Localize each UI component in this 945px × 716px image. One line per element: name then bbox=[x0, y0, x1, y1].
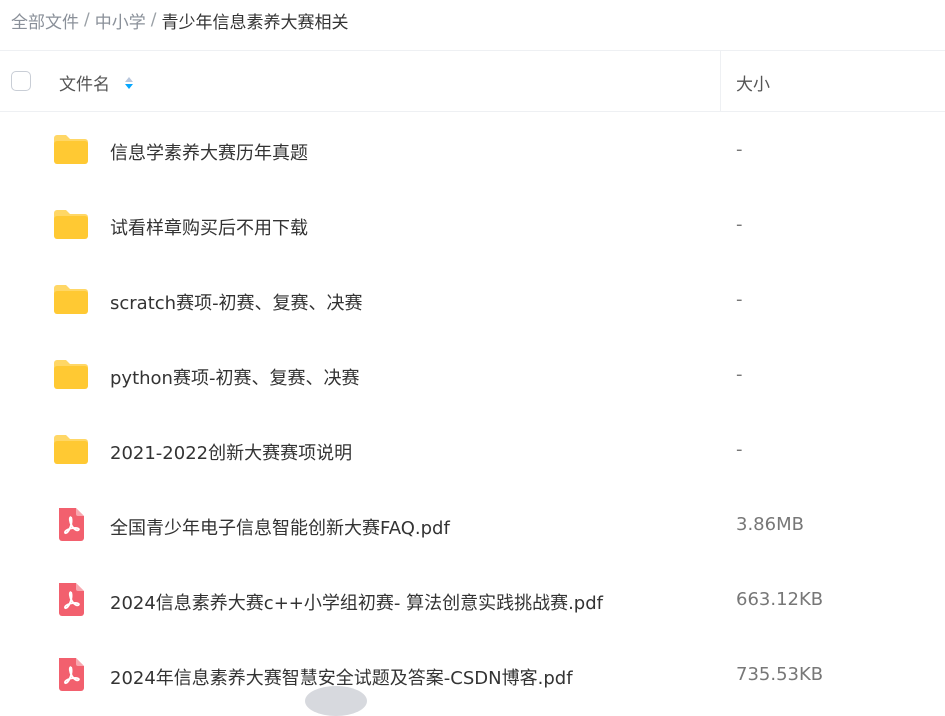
file-name[interactable]: 2021-2022创新大赛赛项说明 bbox=[110, 439, 352, 465]
file-size: - bbox=[736, 289, 743, 310]
file-name[interactable]: 试看样章购买后不用下载 bbox=[110, 214, 308, 240]
pdf-icon bbox=[52, 507, 90, 541]
breadcrumb-separator: / bbox=[150, 10, 157, 30]
breadcrumb-item-all-files[interactable]: 全部文件 bbox=[11, 8, 79, 33]
column-divider[interactable] bbox=[720, 51, 721, 112]
table-header: 文件名 大小 bbox=[0, 50, 945, 112]
folder-icon bbox=[52, 207, 90, 241]
file-row[interactable]: 信息学素养大赛历年真题 - bbox=[0, 112, 945, 187]
file-list: 信息学素养大赛历年真题 - 试看样章购买后不用下载 - scratch赛项-初赛、复… bbox=[0, 112, 945, 712]
breadcrumb-item-primary-secondary[interactable]: 中小学 bbox=[95, 8, 146, 33]
breadcrumb-current: 青少年信息素养大赛相关 bbox=[161, 12, 349, 33]
breadcrumb-separator: / bbox=[84, 10, 90, 30]
file-size: 735.53KB bbox=[736, 664, 824, 685]
floating-button[interactable] bbox=[305, 686, 367, 716]
file-row[interactable]: 2024信息素养大赛c++小学组初赛- 算法创意实践挑战赛.pdf 663.12K… bbox=[0, 562, 945, 637]
file-row[interactable]: 试看样章购买后不用下载 - bbox=[0, 187, 945, 262]
file-name[interactable]: python赛项-初赛、复赛、决赛 bbox=[110, 364, 359, 390]
pdf-icon bbox=[52, 657, 90, 691]
file-size: - bbox=[736, 139, 743, 160]
file-row[interactable]: 2021-2022创新大赛赛项说明 - bbox=[0, 412, 945, 487]
file-name[interactable]: 全国青少年电子信息智能创新大赛FAQ.pdf bbox=[110, 514, 450, 540]
folder-icon bbox=[52, 282, 90, 316]
folder-icon bbox=[52, 357, 90, 391]
file-size: - bbox=[736, 439, 743, 460]
select-all-checkbox[interactable] bbox=[11, 71, 31, 91]
file-size: 3.86MB bbox=[736, 514, 804, 535]
pdf-icon bbox=[52, 582, 90, 616]
breadcrumb: 全部文件 / 中小学 / 青少年信息素养大赛相关 bbox=[11, 8, 349, 33]
file-row[interactable]: python赛项-初赛、复赛、决赛 - bbox=[0, 337, 945, 412]
column-header-name-label: 文件名 bbox=[59, 75, 110, 95]
file-name[interactable]: 信息学素养大赛历年真题 bbox=[110, 139, 308, 165]
file-row[interactable]: 全国青少年电子信息智能创新大赛FAQ.pdf 3.86MB bbox=[0, 487, 945, 562]
file-size: - bbox=[736, 214, 743, 235]
column-header-name[interactable]: 文件名 bbox=[59, 70, 133, 95]
file-row[interactable]: scratch赛项-初赛、复赛、决赛 - bbox=[0, 262, 945, 337]
sort-icon[interactable] bbox=[125, 76, 133, 89]
file-size: - bbox=[736, 364, 743, 385]
folder-icon bbox=[52, 432, 90, 466]
folder-icon bbox=[52, 132, 90, 166]
file-name[interactable]: 2024信息素养大赛c++小学组初赛- 算法创意实践挑战赛.pdf bbox=[110, 589, 603, 615]
column-header-size[interactable]: 大小 bbox=[736, 70, 770, 95]
file-row[interactable]: 2024年信息素养大赛智慧安全试题及答案-CSDN博客.pdf 735.53KB bbox=[0, 637, 945, 712]
file-size: 663.12KB bbox=[736, 589, 824, 610]
file-name[interactable]: scratch赛项-初赛、复赛、决赛 bbox=[110, 289, 363, 315]
